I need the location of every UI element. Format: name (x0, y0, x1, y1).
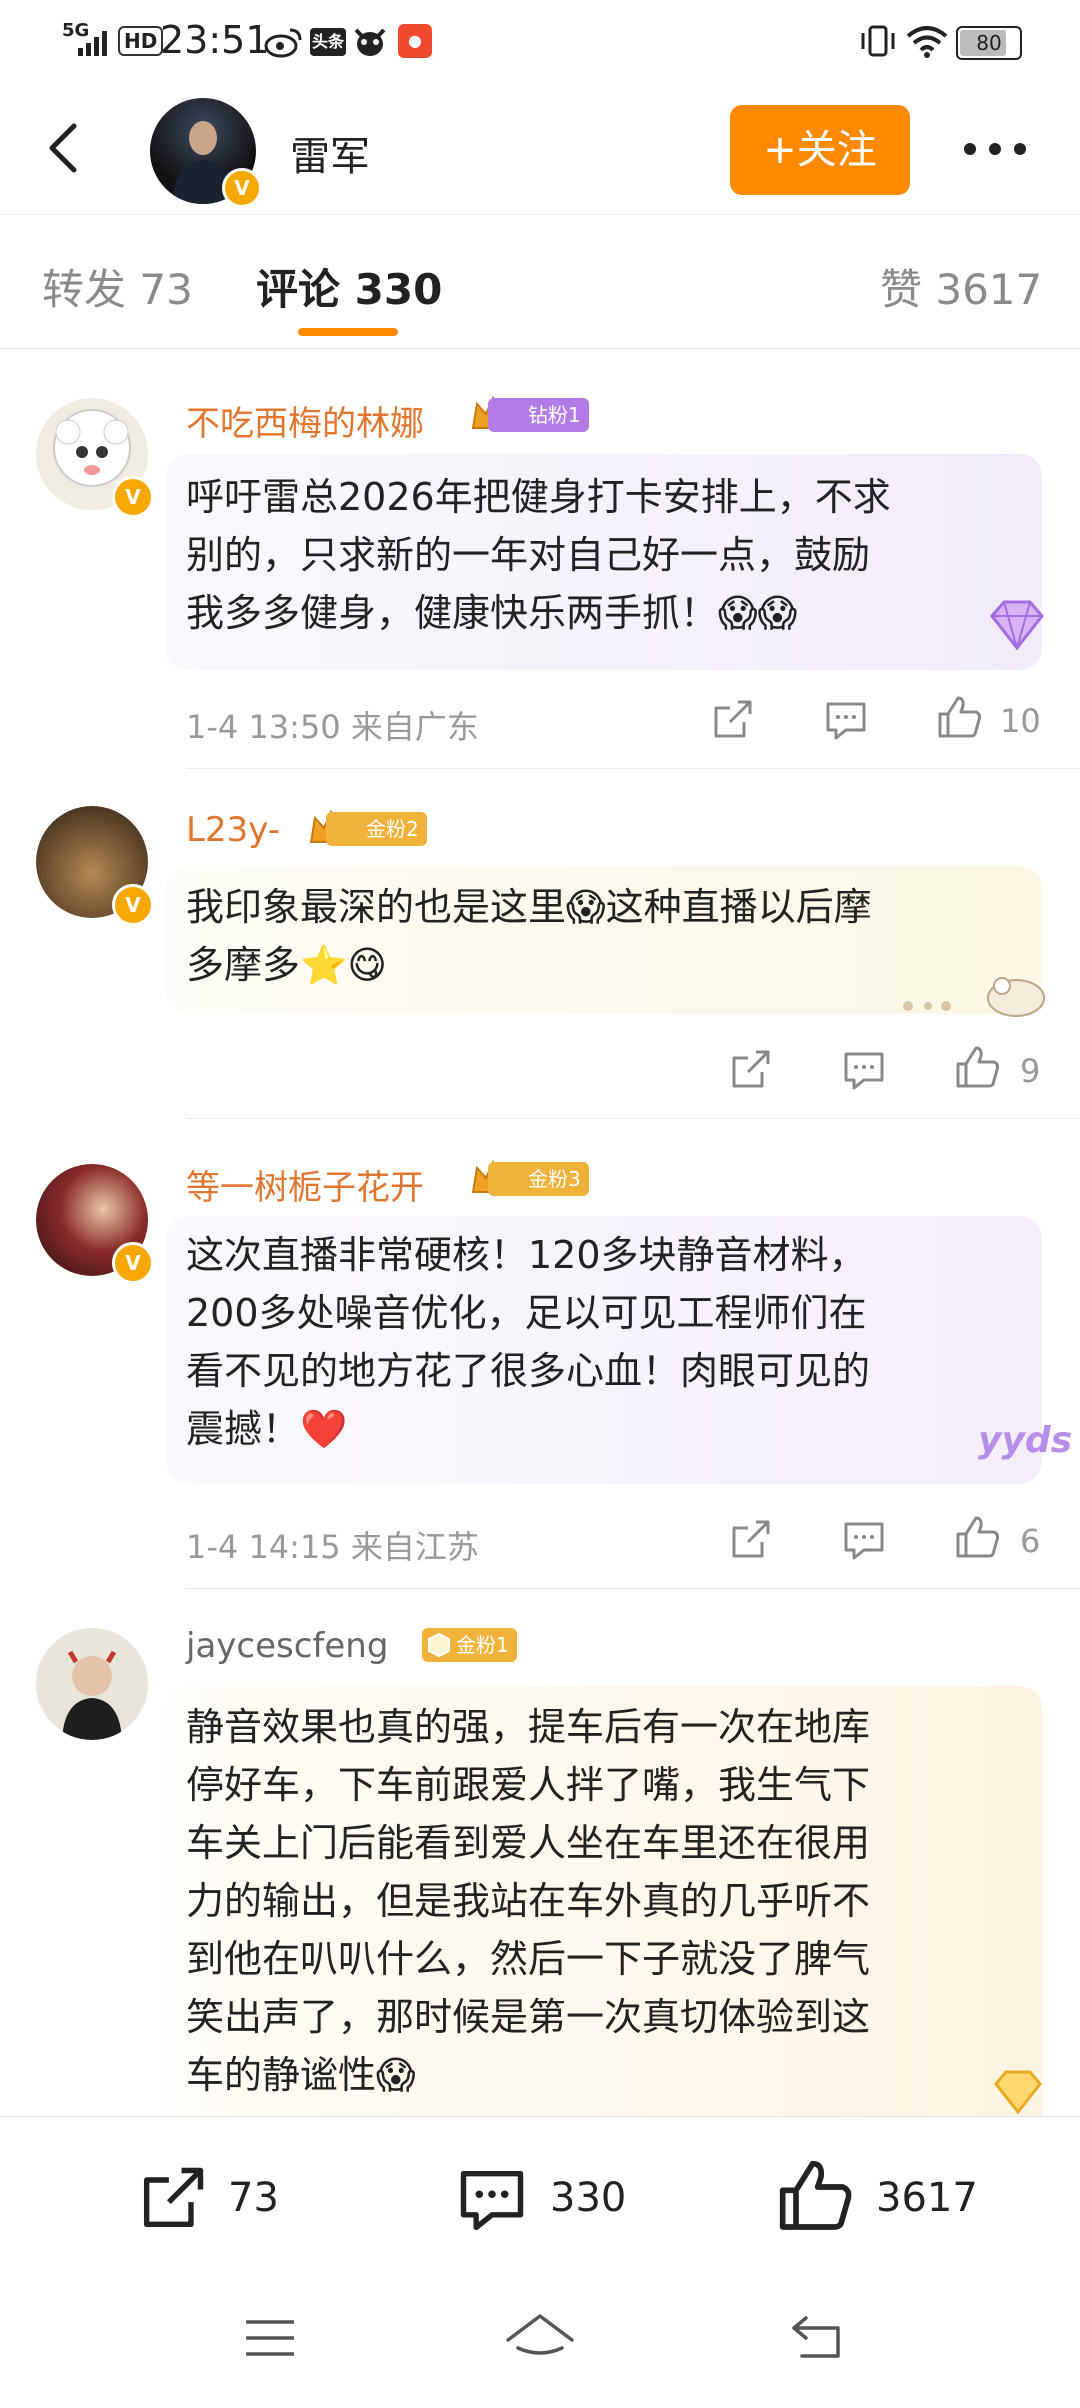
hd-badge: HD (118, 26, 164, 56)
divider (186, 1118, 1080, 1119)
battery-icon: 80 (956, 26, 1022, 60)
comment-count[interactable]: 330 (550, 2175, 626, 2221)
verified-badge-icon: V (222, 168, 262, 208)
weibo-icon (264, 28, 302, 58)
system-nav-bar (0, 2280, 1080, 2408)
tab-comments[interactable]: 评论 330 (256, 256, 442, 317)
repost-icon[interactable] (134, 2161, 210, 2237)
comment-username[interactable]: L23y- (186, 810, 280, 850)
repost-icon[interactable] (726, 1046, 774, 1094)
fan-badge: 钻粉1 (488, 398, 589, 432)
divider (186, 768, 1080, 769)
like-count: 9 (1020, 1052, 1041, 1090)
like-count: 6 (1020, 1522, 1041, 1560)
comment-icon[interactable] (840, 1516, 888, 1564)
fan-badge: 金粉3 (488, 1162, 589, 1196)
divider (186, 1588, 1080, 1589)
tab-bar: 转发 73 评论 330 赞 3617 (0, 214, 1080, 349)
yyds-sticker: yyds (978, 1420, 1073, 1461)
profile-header: V 雷军 +关注 (0, 84, 1080, 215)
home-icon[interactable] (504, 2310, 576, 2362)
comment-avatar[interactable] (36, 1628, 148, 1740)
status-bar: 5G HD 23:51 头条 ● 80 (0, 0, 1080, 84)
diamond-sticker-icon (990, 600, 1044, 651)
tab-likes[interactable]: 赞 3617 (880, 256, 1042, 317)
vibrate-icon (861, 25, 895, 57)
like-count[interactable]: 3617 (876, 2175, 978, 2221)
verified-badge-icon: V (112, 1242, 154, 1284)
comment-item: jaycescfeng 金粉1 静音效果也真的强，提车后有一次在地库 停好车，下… (0, 1590, 1080, 2116)
repost-count[interactable]: 73 (228, 2175, 279, 2221)
comment-item: V L23y- 金粉2 我印象最深的也是这里😱这种直播以后摩 多摩多⭐😋 9 (0, 770, 1080, 1120)
comment-icon[interactable] (454, 2161, 530, 2237)
comment-icon[interactable] (840, 1046, 888, 1094)
wifi-icon (906, 26, 948, 58)
like-icon[interactable] (776, 2157, 856, 2237)
fan-level-icon (428, 1632, 450, 1658)
user-name[interactable]: 雷军 (290, 124, 370, 182)
comment-item: V 不吃西梅的林娜 钻粉1 呼吁雷总2026年把健身打卡安排上，不求 别的，只求… (0, 350, 1080, 770)
comment-username[interactable]: 不吃西梅的林娜 (186, 396, 424, 445)
battery-level: 80 (976, 31, 1002, 55)
follow-button[interactable]: +关注 (730, 105, 910, 195)
comment-icon[interactable] (822, 696, 870, 744)
signal-icon (78, 31, 107, 56)
like-count: 10 (1000, 702, 1041, 740)
comment-username[interactable]: 等一树栀子花开 (186, 1160, 424, 1209)
more-icon[interactable] (960, 124, 1030, 174)
fan-badge: 金粉2 (326, 812, 427, 846)
verified-badge-icon: V (112, 884, 154, 926)
verified-badge-icon: V (112, 476, 154, 518)
comment-text: 静音效果也真的强，提车后有一次在地库 停好车，下车前跟爱人拌了嘴，我生气下 车关… (186, 1705, 871, 2097)
comment-meta: 1-4 14:15 来自江苏 (186, 1528, 479, 1566)
bottom-action-bar: 73 330 3617 (0, 2116, 1080, 2281)
like-icon[interactable] (954, 1514, 1002, 1562)
toutiao-icon: 头条 (310, 28, 346, 56)
comment-text: 这次直播非常硬核！120多块静音材料， 200多处噪音优化，足以可见工程师们在 … (186, 1233, 871, 1451)
back-arrow-icon[interactable] (36, 118, 96, 178)
comment-text: 呼吁雷总2026年把健身打卡安排上，不求 别的，只求新的一年对自己好一点，鼓励 … (186, 475, 891, 635)
diamond-sticker-icon (994, 2070, 1042, 2115)
app-icon: ● (398, 24, 432, 58)
repost-icon[interactable] (708, 696, 756, 744)
tab-active-indicator (298, 328, 398, 336)
menu-icon[interactable] (244, 2316, 296, 2360)
repost-icon[interactable] (726, 1516, 774, 1564)
comment-username[interactable]: jaycescfeng (186, 1626, 388, 1666)
cow-icon (354, 28, 386, 56)
like-icon[interactable] (954, 1044, 1002, 1092)
like-icon[interactable] (936, 694, 984, 742)
comment-item: V 等一树栀子花开 金粉3 这次直播非常硬核！120多块静音材料， 200多处噪… (0, 1120, 1080, 1590)
sheep-sticker-icon (903, 977, 1045, 1017)
status-time: 23:51 (160, 18, 270, 62)
back-nav-icon[interactable] (790, 2312, 846, 2362)
tab-reposts[interactable]: 转发 73 (42, 256, 193, 317)
comment-meta: 1-4 13:50 来自广东 (186, 708, 479, 746)
